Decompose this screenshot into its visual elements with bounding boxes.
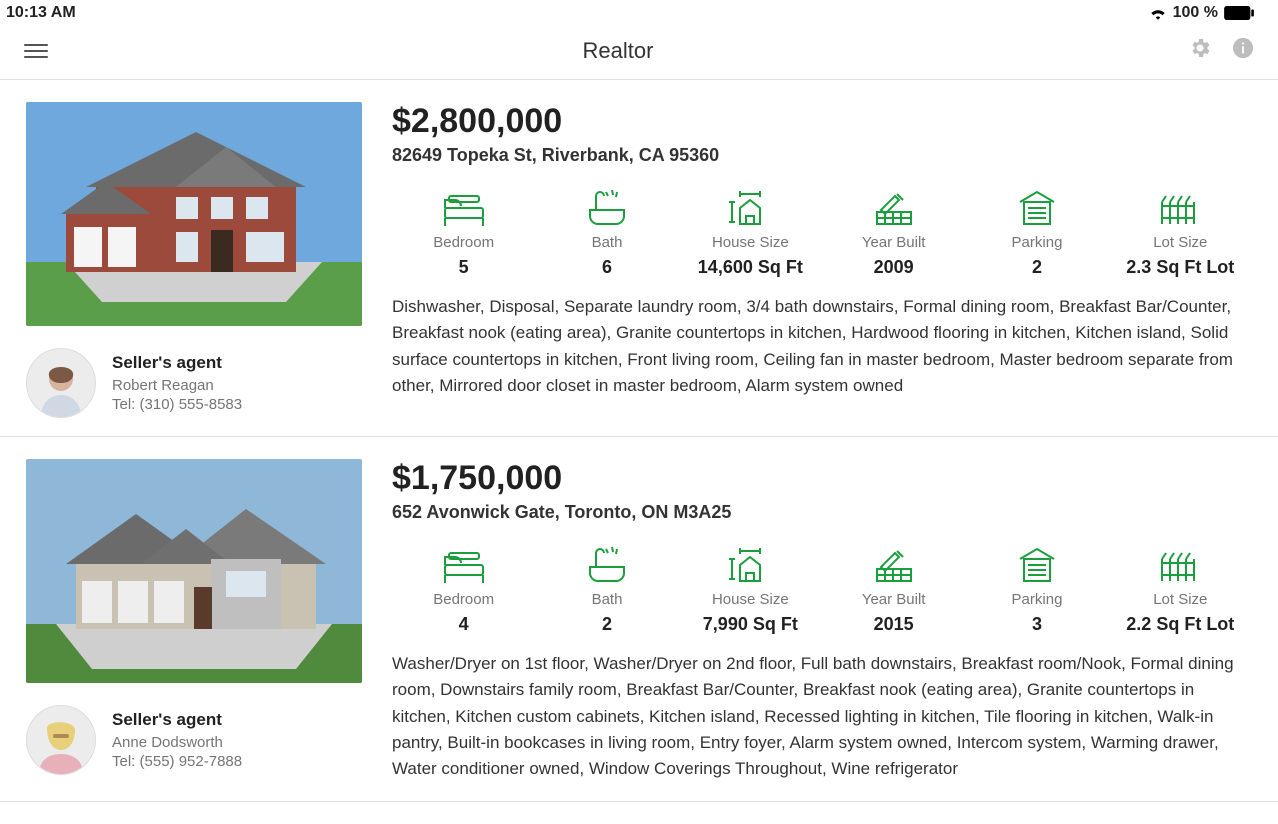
gear-icon [1188, 36, 1212, 60]
agent-name: Robert Reagan [112, 377, 242, 394]
app-title: Realtor [48, 38, 1188, 64]
agent-role: Seller's agent [112, 353, 242, 373]
listing-card[interactable]: Seller's agent Robert Reagan Tel: (310) … [0, 80, 1278, 437]
stat-year-built: Year Built 2009 [822, 186, 965, 278]
listing-description: Dishwasher, Disposal, Separate laundry r… [392, 294, 1252, 399]
agent-avatar [26, 348, 96, 418]
agent-avatar [26, 705, 96, 775]
settings-button[interactable] [1188, 36, 1212, 65]
stat-bath: Bath 6 [535, 186, 678, 278]
app-bar: Realtor [0, 22, 1278, 80]
stat-house-size: House Size 7,990 Sq Ft [679, 543, 822, 635]
status-right: 100 % [1149, 4, 1254, 22]
listing-address: 652 Avonwick Gate, Toronto, ON M3A25 [392, 502, 1252, 523]
listing-price: $1,750,000 [392, 459, 1252, 498]
agent-tel: Tel: (310) 555-8583 [112, 396, 242, 413]
listing-photo[interactable] [26, 459, 362, 683]
agent-block[interactable]: Seller's agent Anne Dodsworth Tel: (555)… [26, 705, 362, 775]
listing-photo[interactable] [26, 102, 362, 326]
listing-stats: Bedroom 5 Bath 6 House Size 14,600 Sq Ft… [392, 186, 1252, 278]
stat-bedroom: Bedroom 5 [392, 186, 535, 278]
parking-icon [1016, 188, 1058, 228]
menu-button[interactable] [24, 39, 48, 63]
listing-card[interactable]: Seller's agent Anne Dodsworth Tel: (555)… [0, 437, 1278, 802]
info-icon [1232, 37, 1254, 59]
stat-year-built: Year Built 2015 [822, 543, 965, 635]
lot-size-icon [1158, 190, 1202, 228]
status-time: 10:13 AM [6, 4, 76, 22]
house-size-icon [726, 545, 774, 585]
parking-icon [1016, 545, 1058, 585]
listing-description: Washer/Dryer on 1st floor, Washer/Dryer … [392, 651, 1252, 783]
bath-icon [586, 188, 628, 228]
agent-block[interactable]: Seller's agent Robert Reagan Tel: (310) … [26, 348, 362, 418]
listings-container: Seller's agent Robert Reagan Tel: (310) … [0, 80, 1278, 802]
wifi-icon [1149, 6, 1167, 20]
stat-lot-size: Lot Size 2.2 Sq Ft Lot [1109, 543, 1252, 635]
status-bar: 10:13 AM 100 % [0, 0, 1278, 22]
listing-price: $2,800,000 [392, 102, 1252, 141]
house-size-icon [726, 188, 774, 228]
stat-lot-size: Lot Size 2.3 Sq Ft Lot [1109, 186, 1252, 278]
bed-icon [441, 190, 487, 228]
status-battery-text: 100 % [1173, 4, 1218, 22]
bath-icon [586, 545, 628, 585]
stat-bedroom: Bedroom 4 [392, 543, 535, 635]
stat-parking: Parking 2 [965, 186, 1108, 278]
info-button[interactable] [1232, 37, 1254, 64]
stat-bath: Bath 2 [535, 543, 678, 635]
agent-name: Anne Dodsworth [112, 734, 242, 751]
bed-icon [441, 547, 487, 585]
battery-icon [1224, 6, 1254, 20]
stat-parking: Parking 3 [965, 543, 1108, 635]
listing-address: 82649 Topeka St, Riverbank, CA 95360 [392, 145, 1252, 166]
agent-tel: Tel: (555) 952-7888 [112, 753, 242, 770]
listing-stats: Bedroom 4 Bath 2 House Size 7,990 Sq Ft … [392, 543, 1252, 635]
year-built-icon [871, 547, 917, 585]
year-built-icon [871, 190, 917, 228]
lot-size-icon [1158, 547, 1202, 585]
stat-house-size: House Size 14,600 Sq Ft [679, 186, 822, 278]
agent-role: Seller's agent [112, 710, 242, 730]
